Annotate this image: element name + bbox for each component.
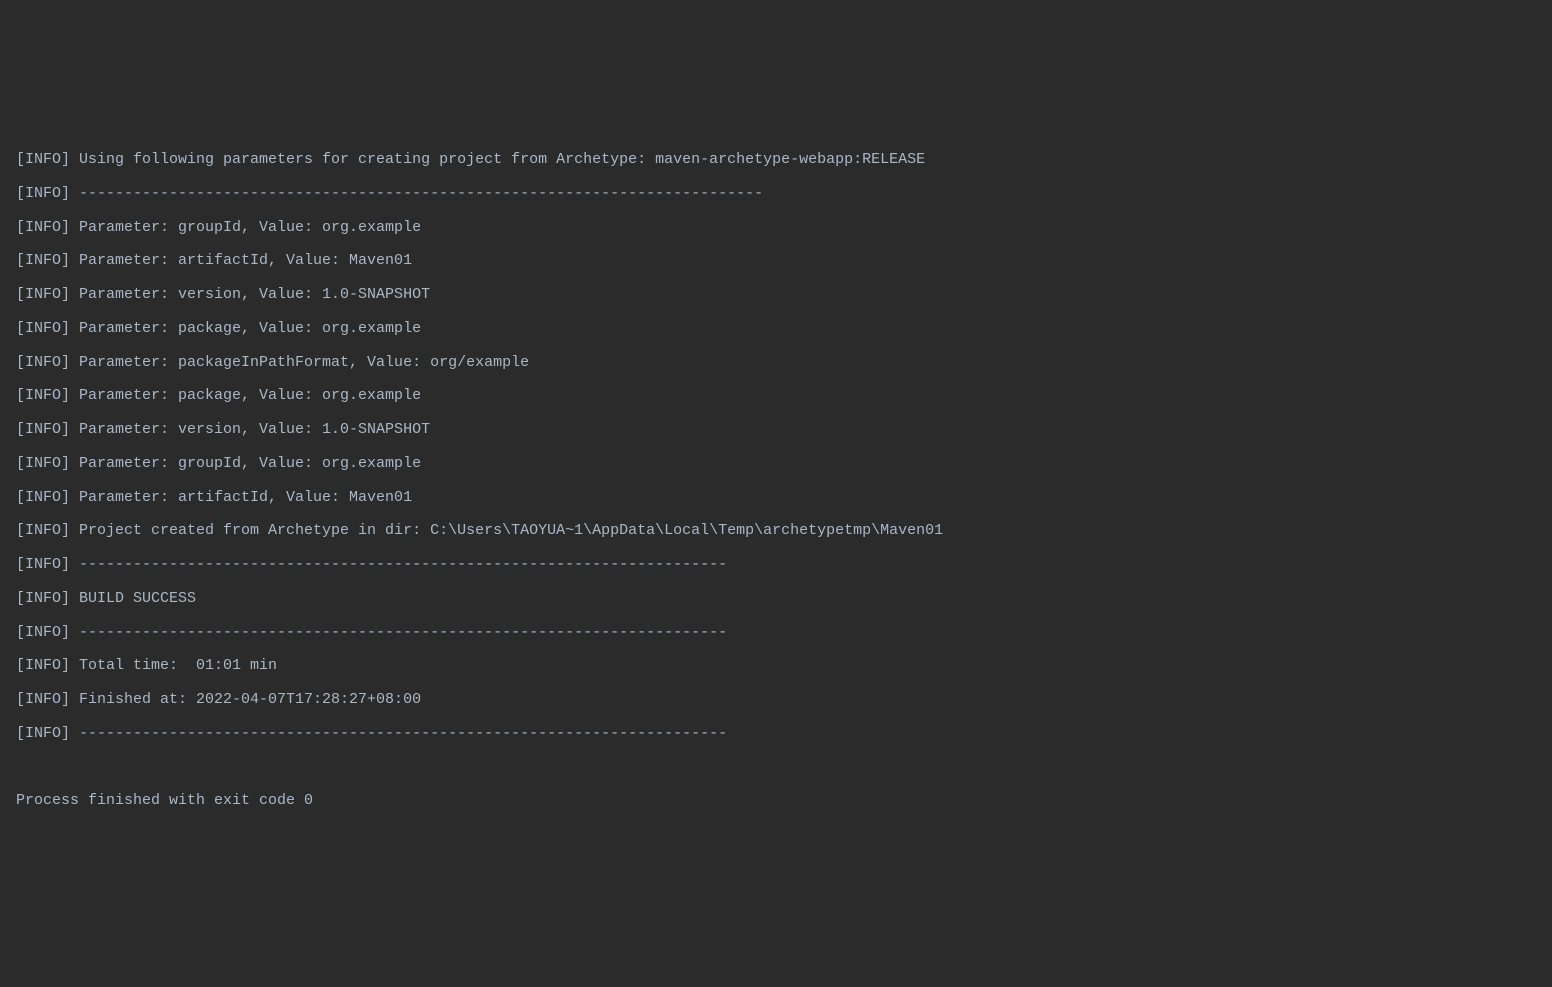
console-line: [INFO] ---------------------------------…: [16, 177, 1536, 211]
console-blank-line: [16, 751, 1536, 785]
process-exit-line: Process finished with exit code 0: [16, 784, 1536, 818]
console-line: [INFO] ---------------------------------…: [16, 616, 1536, 650]
console-line: [INFO] Parameter: version, Value: 1.0-SN…: [16, 413, 1536, 447]
console-line: [INFO] ---------------------------------…: [16, 717, 1536, 751]
console-line: [INFO] Parameter: version, Value: 1.0-SN…: [16, 278, 1536, 312]
console-line: [INFO] Parameter: package, Value: org.ex…: [16, 379, 1536, 413]
console-line: [INFO] Parameter: package, Value: org.ex…: [16, 312, 1536, 346]
console-line: [INFO] Parameter: groupId, Value: org.ex…: [16, 211, 1536, 245]
console-line: [INFO] Parameter: artifactId, Value: Mav…: [16, 244, 1536, 278]
console-line: [INFO] Finished at: 2022-04-07T17:28:27+…: [16, 683, 1536, 717]
console-line: [INFO] ---------------------------------…: [16, 548, 1536, 582]
console-line: [INFO] Project created from Archetype in…: [16, 514, 1536, 548]
console-line: [INFO] Parameter: artifactId, Value: Mav…: [16, 481, 1536, 515]
console-line: [INFO] Total time: 01:01 min: [16, 649, 1536, 683]
console-line: [INFO] Using following parameters for cr…: [16, 143, 1536, 177]
console-output[interactable]: [INFO] Using following parameters for cr…: [16, 143, 1536, 818]
console-line: [INFO] BUILD SUCCESS: [16, 582, 1536, 616]
console-line: [INFO] Parameter: groupId, Value: org.ex…: [16, 447, 1536, 481]
console-line: [INFO] Parameter: packageInPathFormat, V…: [16, 346, 1536, 380]
